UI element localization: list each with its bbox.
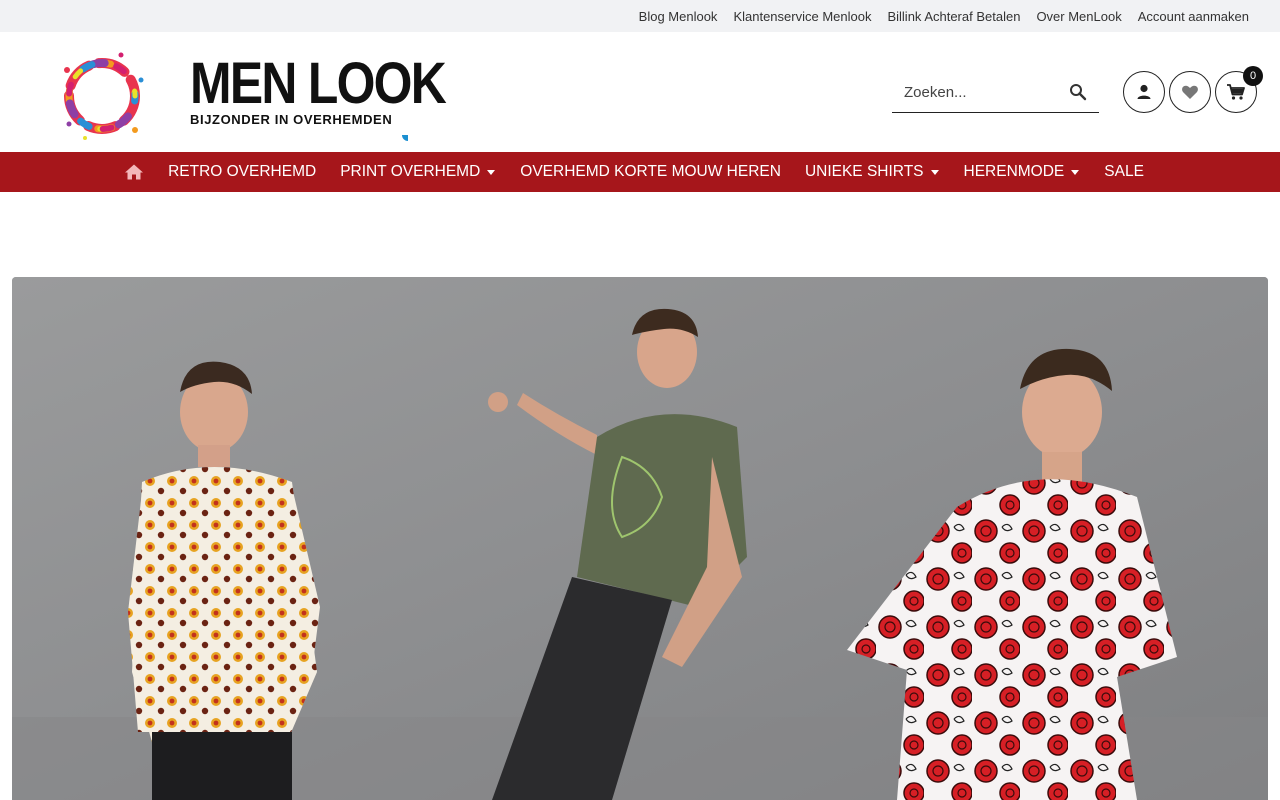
nav-item-label: OVERHEMD KORTE MOUW HEREN (520, 163, 781, 180)
top-utility-bar: Blog Menlook Klantenservice Menlook Bill… (0, 0, 1280, 32)
top-link-create-account[interactable]: Account aanmaken (1138, 9, 1249, 24)
heart-icon (1182, 85, 1198, 99)
logo-accent (402, 135, 408, 141)
logo-paint-ring[interactable] (55, 50, 150, 142)
nav-item-korte-mouw[interactable]: OVERHEMD KORTE MOUW HEREN (520, 163, 781, 181)
wishlist-button[interactable] (1169, 71, 1211, 113)
nav-item-label: RETRO OVERHEMD (168, 163, 317, 180)
chevron-down-icon (1071, 170, 1080, 175)
search-icon[interactable] (1069, 83, 1087, 101)
nav-item-label: UNIEKE SHIRTS (804, 163, 924, 180)
nav-item-sale[interactable]: SALE (1104, 163, 1144, 181)
top-link-billink[interactable]: Billink Achteraf Betalen (887, 9, 1020, 24)
logo-title: MEN LOOK (190, 51, 447, 116)
user-icon (1137, 84, 1151, 99)
main-navigation: RETRO OVERHEMD PRINT OVERHEMD OVERHEMD K… (0, 152, 1280, 192)
top-links: Blog Menlook Klantenservice Menlook Bill… (639, 0, 1249, 32)
nav-item-retro-overhemd[interactable]: RETRO OVERHEMD (168, 163, 316, 181)
chevron-down-icon (930, 170, 939, 175)
nav-item-herenmode[interactable]: HERENMODE (964, 163, 1081, 181)
cart-button[interactable]: 0 (1215, 66, 1263, 113)
site-header: MEN LOOK BIJZONDER IN OVERHEMDEN 0 (0, 32, 1280, 152)
cart-icon (1227, 84, 1245, 100)
nav-item-label: SALE (1104, 163, 1144, 180)
nav-item-label: PRINT OVERHEMD (340, 163, 481, 180)
nav-item-unieke-shirts[interactable]: UNIEKE SHIRTS (805, 163, 940, 181)
search-bar (892, 72, 1099, 113)
hero-photo (12, 277, 1268, 800)
chevron-down-icon (487, 170, 496, 175)
nav-item-print-overhemd[interactable]: PRINT OVERHEMD (340, 163, 496, 181)
top-link-customer-service[interactable]: Klantenservice Menlook (733, 9, 871, 24)
account-button[interactable] (1123, 71, 1165, 113)
cart-count-badge: 0 (1243, 66, 1263, 86)
logo-wordmark[interactable]: MEN LOOK BIJZONDER IN OVERHEMDEN (190, 51, 487, 128)
nav-item-label: HERENMODE (963, 163, 1065, 180)
top-link-about[interactable]: Over MenLook (1036, 9, 1121, 24)
home-icon[interactable] (124, 163, 144, 181)
hero-banner-image[interactable] (12, 277, 1268, 800)
search-input[interactable] (892, 83, 1062, 101)
top-link-blog[interactable]: Blog Menlook (639, 9, 718, 24)
